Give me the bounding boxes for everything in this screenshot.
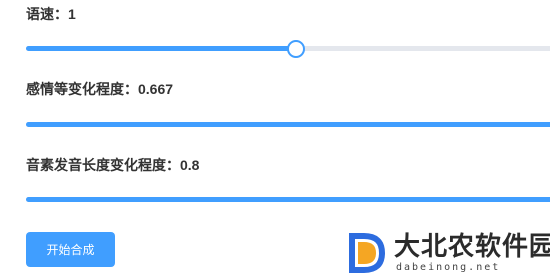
slider-label-speed: 语速：1 (26, 6, 76, 22)
slider-fill-emotion (26, 122, 550, 127)
watermark: 大北农软件园 dabeinong.net (348, 228, 550, 277)
slider-label-phoneme: 音素发音长度变化程度：0.8 (26, 157, 200, 173)
slider-label-emotion: 感情等变化程度：0.667 (26, 81, 174, 97)
slider-fill-speed (26, 46, 296, 51)
slider-thumb-speed[interactable] (287, 39, 305, 58)
slider-track-emotion[interactable] (26, 122, 550, 127)
watermark-logo-icon (349, 233, 386, 273)
watermark-domain: dabeinong.net (396, 262, 501, 273)
start-synthesis-button[interactable]: 开始合成 (26, 232, 115, 267)
slider-fill-phoneme (26, 197, 550, 202)
watermark-name: 大北农软件园 (394, 232, 550, 262)
slider-track-speed[interactable] (26, 39, 550, 58)
slider-track-phoneme[interactable] (26, 197, 550, 202)
